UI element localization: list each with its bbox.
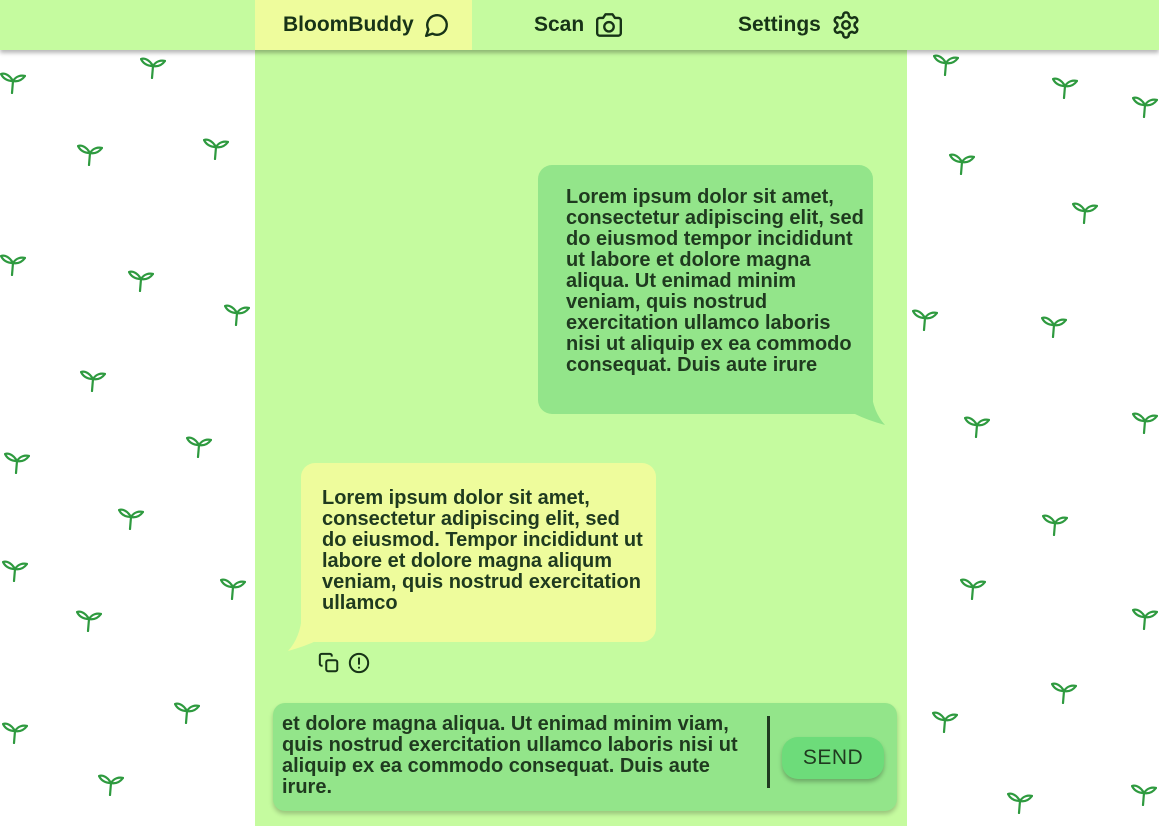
nav-tab-scan[interactable]: Scan: [534, 0, 624, 50]
chat-panel: Lorem ipsum dolor sit amet, consectetur …: [255, 50, 907, 826]
sprout-pattern-right: [907, 50, 1159, 826]
sprout-icon: [933, 52, 959, 76]
bot-message-bubble: Lorem ipsum dolor sit amet, consectetur …: [301, 463, 656, 642]
sprout-icon: [1051, 680, 1077, 704]
sprout-icon: [912, 307, 938, 331]
sprout-icon: [0, 70, 26, 94]
sprout-icon: [1072, 200, 1098, 224]
bot-message-text: Lorem ipsum dolor sit amet, consectetur …: [322, 487, 643, 614]
sprout-icon: [1132, 94, 1158, 118]
sprout-icon: [1131, 782, 1157, 806]
sprout-icon: [224, 302, 250, 326]
sprout-pattern-left: [0, 50, 255, 826]
sprout-icon: [0, 252, 26, 276]
report-icon[interactable]: [348, 652, 370, 674]
gear-icon: [831, 10, 861, 40]
send-button[interactable]: SEND: [782, 737, 884, 779]
sprout-icon: [98, 772, 124, 796]
sprout-icon: [2, 558, 28, 582]
sprout-icon: [80, 368, 106, 392]
sprout-icon: [1007, 790, 1033, 814]
user-message-bubble: Lorem ipsum dolor sit amet, consectetur …: [538, 165, 873, 414]
chat-bubble-icon: [424, 12, 450, 38]
sprout-icon: [949, 151, 975, 175]
sprout-icon: [932, 709, 958, 733]
message-actions: [318, 652, 370, 674]
message-composer: et dolore magna aliqua. Ut enimad minim …: [273, 703, 897, 811]
nav-tab-label: Settings: [738, 13, 821, 36]
message-input[interactable]: et dolore magna aliqua. Ut enimad minim …: [282, 714, 762, 806]
nav-tab-bloombuddy[interactable]: BloomBuddy: [255, 0, 472, 50]
sprout-icon: [4, 450, 30, 474]
text-caret: [767, 716, 770, 788]
nav-tab-label: BloomBuddy: [283, 13, 414, 36]
sprout-icon: [77, 142, 103, 166]
sprout-icon: [220, 576, 246, 600]
user-message-text: Lorem ipsum dolor sit amet, consectetur …: [566, 186, 864, 376]
sprout-icon: [1041, 314, 1067, 338]
sprout-icon: [203, 136, 229, 160]
sprout-icon: [1132, 410, 1158, 434]
sprout-icon: [174, 700, 200, 724]
sprout-icon: [1052, 75, 1078, 99]
sprout-icon: [1042, 512, 1068, 536]
sprout-icon: [960, 576, 986, 600]
sprout-icon: [128, 268, 154, 292]
sprout-icon: [1132, 606, 1158, 630]
sprout-icon: [186, 434, 212, 458]
nav-tab-settings[interactable]: Settings: [738, 0, 861, 50]
sprout-icon: [118, 506, 144, 530]
sprout-icon: [2, 720, 28, 744]
camera-icon: [594, 12, 624, 38]
nav-tab-label: Scan: [534, 13, 585, 36]
sprout-icon: [964, 414, 990, 438]
top-nav: BloomBuddy Scan Settings: [0, 0, 1159, 50]
sprout-icon: [140, 55, 166, 79]
sprout-icon: [76, 608, 102, 632]
copy-icon[interactable]: [318, 652, 340, 674]
